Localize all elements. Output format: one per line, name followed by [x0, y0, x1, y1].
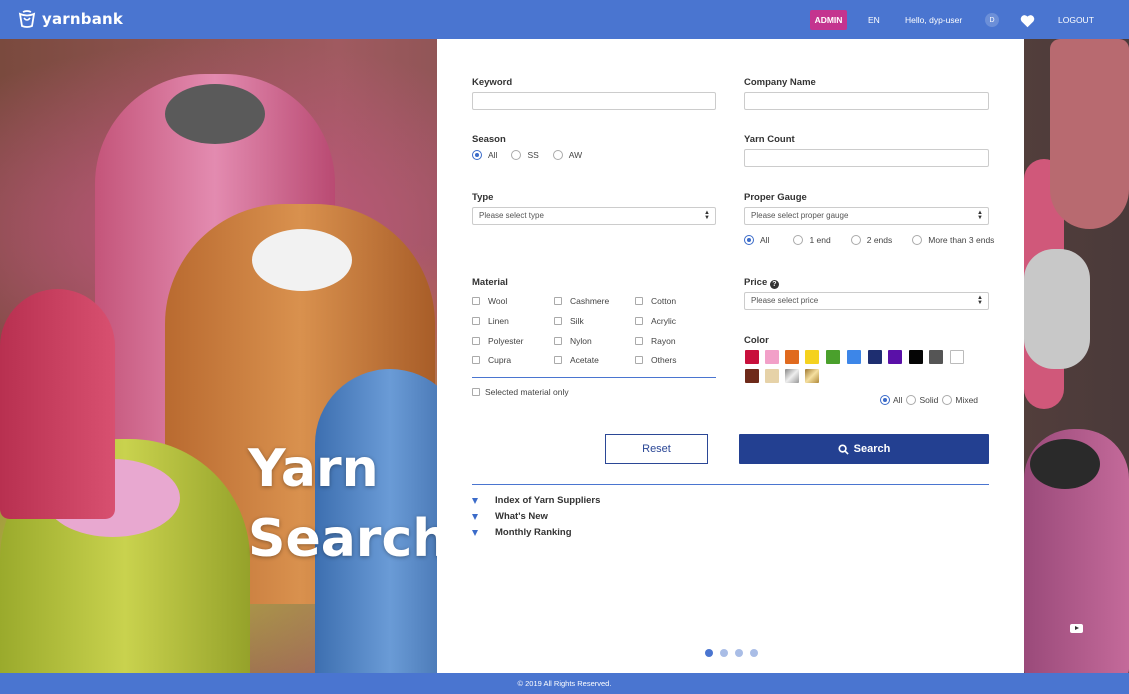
- admin-button[interactable]: ADMIN: [810, 10, 847, 30]
- material-checkbox-rayon[interactable]: Rayon: [635, 336, 676, 346]
- triangle-down-icon: [472, 497, 478, 504]
- link-index-of-yarn-suppliers[interactable]: Index of Yarn Suppliers: [472, 495, 600, 506]
- color-mode-radio-all[interactable]: All: [880, 395, 902, 405]
- links-divider: [472, 484, 989, 485]
- color-mode-radio-group: All Solid Mixed: [880, 395, 978, 405]
- select-arrows-icon: ▲ ▼: [977, 210, 983, 221]
- color-swatch-pink[interactable]: [765, 350, 779, 364]
- search-icon: [838, 443, 849, 455]
- price-select[interactable]: Please select price ▲ ▼: [744, 292, 989, 310]
- top-header: yarnbank ADMIN EN Hello, dyp-user D LOGO…: [0, 0, 1129, 39]
- favorites-heart-icon[interactable]: [1020, 11, 1035, 31]
- search-panel: Keyword Company Name Season All SS AW Ya…: [437, 39, 1024, 673]
- gauge-label: Proper Gauge: [744, 192, 807, 203]
- selected-material-only-checkbox[interactable]: Selected material only: [472, 387, 569, 397]
- color-swatch-beige[interactable]: [765, 369, 779, 383]
- triangle-down-icon: [472, 513, 478, 520]
- season-radio-aw[interactable]: AW: [552, 150, 582, 160]
- season-label: Season: [472, 134, 506, 145]
- carousel-dot[interactable]: [750, 649, 758, 657]
- type-label: Type: [472, 192, 494, 203]
- gauge-radio-all[interactable]: All: [744, 235, 769, 245]
- color-swatch-gold[interactable]: [805, 369, 819, 383]
- keyword-input[interactable]: [472, 92, 716, 110]
- carousel-dot[interactable]: [705, 649, 713, 657]
- yarnbank-logo-icon: [18, 10, 36, 28]
- season-radio-all[interactable]: All: [472, 150, 497, 160]
- company-label: Company Name: [744, 77, 816, 88]
- gauge-select[interactable]: Please select proper gauge ▲ ▼: [744, 207, 989, 225]
- link-monthly-ranking[interactable]: Monthly Ranking: [472, 527, 572, 538]
- color-swatch-black[interactable]: [909, 350, 923, 364]
- color-swatch-gray[interactable]: [929, 350, 943, 364]
- material-checkbox-cotton[interactable]: Cotton: [635, 296, 676, 306]
- season-radio-ss[interactable]: SS: [511, 150, 539, 160]
- color-swatch-silver[interactable]: [785, 369, 799, 383]
- company-input[interactable]: [744, 92, 989, 110]
- material-checkbox-acetate[interactable]: Acetate: [554, 355, 599, 365]
- reset-button[interactable]: Reset: [605, 434, 708, 464]
- yarn-spool-right-dark: [1030, 439, 1100, 489]
- color-swatch-brown[interactable]: [745, 369, 759, 383]
- material-label: Material: [472, 277, 508, 288]
- material-checkbox-wool[interactable]: Wool: [472, 296, 507, 306]
- material-checkbox-acrylic[interactable]: Acrylic: [635, 316, 676, 326]
- brand-logo[interactable]: yarnbank: [17, 9, 123, 29]
- color-swatch-red[interactable]: [745, 350, 759, 364]
- link-whats-new[interactable]: What's New: [472, 511, 548, 522]
- search-button[interactable]: Search: [739, 434, 989, 464]
- copyright-text: © 2019 All Rights Reserved.: [517, 679, 612, 688]
- language-switch[interactable]: EN: [868, 10, 880, 30]
- color-swatch-green[interactable]: [826, 350, 840, 364]
- material-checkbox-linen[interactable]: Linen: [472, 316, 509, 326]
- carousel-dot[interactable]: [720, 649, 728, 657]
- youtube-icon[interactable]: [1070, 624, 1083, 633]
- gauge-radio-3ends[interactable]: More than 3 ends: [912, 235, 994, 245]
- yarn-spool-red: [0, 289, 115, 519]
- avatar[interactable]: D: [985, 13, 999, 27]
- yarn-count-label: Yarn Count: [744, 134, 795, 145]
- select-arrows-icon: ▲ ▼: [977, 295, 983, 306]
- color-swatch-purple[interactable]: [888, 350, 902, 364]
- select-arrows-icon: ▲ ▼: [704, 210, 710, 221]
- keyword-label: Keyword: [472, 77, 513, 88]
- material-checkbox-others[interactable]: Others: [635, 355, 677, 365]
- brand-name: yarnbank: [42, 10, 124, 28]
- material-checkbox-cashmere[interactable]: Cashmere: [554, 296, 609, 306]
- hero-title: Yarn Search: [248, 439, 450, 569]
- price-label: Price ?: [744, 277, 779, 289]
- season-radio-group: All SS AW: [472, 150, 596, 160]
- material-divider: [472, 377, 716, 378]
- help-icon[interactable]: ?: [769, 280, 779, 289]
- logout-link[interactable]: LOGOUT: [1058, 10, 1094, 30]
- yarn-count-input[interactable]: [744, 149, 989, 167]
- color-mode-radio-solid[interactable]: Solid: [906, 395, 938, 405]
- color-swatch-yellow[interactable]: [805, 350, 819, 364]
- color-swatch-white[interactable]: [950, 350, 964, 364]
- gauge-radio-1end[interactable]: 1 end: [793, 235, 831, 245]
- yarn-spool-right-grey: [1024, 249, 1090, 369]
- type-select[interactable]: Please select type ▲ ▼: [472, 207, 716, 225]
- gauge-radio-group: All 1 end 2 ends More than 3 ends: [744, 235, 994, 245]
- color-swatch-navy[interactable]: [868, 350, 882, 364]
- footer: © 2019 All Rights Reserved.: [0, 673, 1129, 694]
- material-checkbox-nylon[interactable]: Nylon: [554, 336, 592, 346]
- material-checkbox-polyester[interactable]: Polyester: [472, 336, 523, 346]
- triangle-down-icon: [472, 529, 478, 536]
- yarn-spool-right-top: [1050, 39, 1129, 229]
- color-label: Color: [744, 335, 769, 346]
- yarn-spool-orange-top: [252, 229, 352, 291]
- material-checkbox-silk[interactable]: Silk: [554, 316, 584, 326]
- carousel-dots: [705, 649, 765, 657]
- user-greeting: Hello, dyp-user: [905, 15, 963, 25]
- color-swatch-blue[interactable]: [847, 350, 861, 364]
- gauge-radio-2ends[interactable]: 2 ends: [850, 235, 892, 245]
- color-swatch-orange[interactable]: [785, 350, 799, 364]
- material-checkbox-cupra[interactable]: Cupra: [472, 355, 511, 365]
- carousel-dot[interactable]: [735, 649, 743, 657]
- yarn-spool-pink-top: [165, 84, 265, 144]
- color-mode-radio-mixed[interactable]: Mixed: [942, 395, 978, 405]
